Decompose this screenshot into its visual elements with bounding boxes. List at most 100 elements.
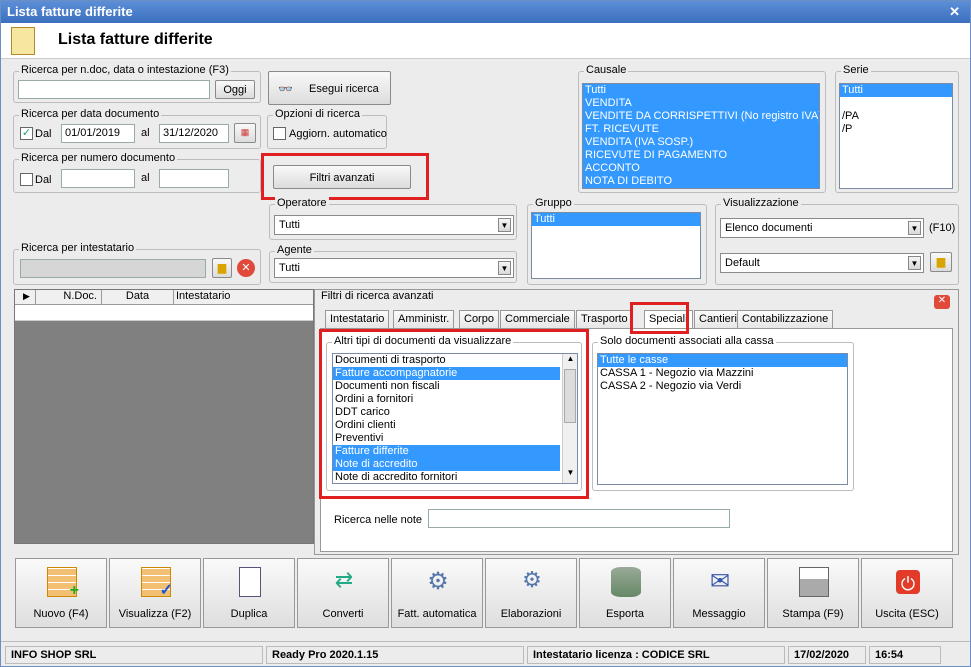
uscita-button[interactable]: ⏻ Uscita (ESC) bbox=[861, 558, 953, 628]
chevron-down-icon[interactable]: ▼ bbox=[498, 218, 511, 232]
col-data[interactable]: Data bbox=[101, 290, 173, 305]
nuovo-label: Nuovo (F4) bbox=[33, 608, 89, 620]
messaggio-label: Messaggio bbox=[692, 608, 746, 620]
execute-search-label: Esegui ricerca bbox=[309, 83, 379, 95]
invoice-list-icon bbox=[11, 27, 35, 55]
visualizza-button[interactable]: ✓ Visualizza (F2) bbox=[109, 558, 201, 628]
note-input[interactable] bbox=[428, 509, 730, 528]
copy-icon bbox=[239, 567, 261, 597]
tab-contabilizzazione[interactable]: Contabilizzazione bbox=[737, 310, 834, 328]
list-item[interactable]: CASSA 1 - Negozio via Mazzini bbox=[598, 367, 847, 380]
power-icon: ⏻ bbox=[896, 570, 920, 594]
row-pointer-icon: ▶ bbox=[23, 291, 30, 301]
list-item[interactable]: VENDITA bbox=[583, 97, 819, 110]
list-item[interactable]: CASSA 2 - Negozio via Verdi bbox=[598, 380, 847, 393]
list-item[interactable]: VENDITE DA CORRISPETTIVI (No registro IV… bbox=[583, 110, 819, 123]
list-item[interactable]: FT. RICEVUTE bbox=[583, 123, 819, 136]
esporta-button[interactable]: Esporta bbox=[579, 558, 671, 628]
layout-value: Default bbox=[725, 257, 760, 269]
duplica-label: Duplica bbox=[230, 608, 268, 620]
messaggio-button[interactable]: ✉ Messaggio bbox=[673, 558, 765, 628]
intestatario-input[interactable] bbox=[20, 259, 206, 278]
main-window: Lista fatture differite ✕ Lista fatture d… bbox=[0, 0, 971, 667]
status-date: 17/02/2020 bbox=[788, 646, 866, 664]
f10-label: (F10) bbox=[929, 222, 956, 234]
list-item[interactable]: /P bbox=[840, 123, 952, 136]
agent-select[interactable]: Tutti ▼ bbox=[274, 258, 514, 278]
layout-select[interactable]: Default ▼ bbox=[720, 253, 924, 273]
close-icon[interactable]: ✕ bbox=[934, 295, 950, 309]
dal-checkbox[interactable]: ✓ bbox=[20, 127, 33, 140]
date-to-input[interactable]: 31/12/2020 bbox=[159, 124, 229, 143]
chevron-down-icon[interactable]: ▼ bbox=[908, 256, 921, 270]
col-intestatario[interactable]: Intestatario bbox=[173, 290, 313, 305]
operator-select[interactable]: Tutti ▼ bbox=[274, 215, 514, 235]
list-item[interactable]: Tutti bbox=[583, 84, 819, 97]
search-ndoc-input[interactable] bbox=[18, 80, 210, 99]
process-icon: ⚙ bbox=[522, 567, 542, 592]
list-item[interactable]: Tutti bbox=[840, 84, 952, 97]
close-icon[interactable]: ✕ bbox=[949, 4, 960, 20]
tab-corpo[interactable]: Corpo bbox=[459, 310, 499, 328]
converti-label: Converti bbox=[322, 608, 364, 620]
documents-grid[interactable]: ▶ N.Doc. Data Intestatario bbox=[14, 289, 314, 544]
page-title: Lista fatture differite bbox=[58, 31, 213, 48]
list-item[interactable]: ACCONTO bbox=[583, 162, 819, 175]
serie-list[interactable]: Tutti /PA /P bbox=[839, 83, 953, 189]
table-row[interactable] bbox=[15, 305, 313, 321]
causale-list[interactable]: Tutti VENDITA VENDITE DA CORRISPETTIVI (… bbox=[582, 83, 820, 189]
tab-commerciale[interactable]: Commerciale bbox=[500, 310, 575, 328]
folder-icon[interactable]: ▆ bbox=[212, 258, 232, 278]
duplica-button[interactable]: Duplica bbox=[203, 558, 295, 628]
col-ndoc[interactable]: N.Doc. bbox=[35, 290, 101, 305]
execute-search-button[interactable]: 👓 Esegui ricerca bbox=[268, 71, 391, 105]
status-time: 16:54 bbox=[869, 646, 941, 664]
view-value: Elenco documenti bbox=[725, 222, 813, 234]
date-from-input[interactable]: 01/01/2019 bbox=[61, 124, 135, 143]
list-item[interactable]: RICEVUTE DI PAGAMENTO bbox=[583, 149, 819, 162]
num-to-input[interactable] bbox=[159, 169, 229, 188]
view-select[interactable]: Elenco documenti ▼ bbox=[720, 218, 924, 238]
num-dal-checkbox[interactable] bbox=[20, 173, 33, 186]
list-item[interactable]: /PA bbox=[840, 110, 952, 123]
tab-trasporto[interactable]: Trasporto bbox=[576, 310, 633, 328]
converti-button[interactable]: ⇄ Converti bbox=[297, 558, 389, 628]
cassa-list[interactable]: Tutte le casse CASSA 1 - Negozio via Maz… bbox=[597, 353, 848, 485]
grid-header: ▶ N.Doc. Data Intestatario bbox=[15, 290, 313, 305]
list-item[interactable]: VENDITA (IVA SOSP.) bbox=[583, 136, 819, 149]
elaborazioni-label: Elaborazioni bbox=[500, 608, 562, 620]
highlight-box-altri bbox=[319, 329, 589, 499]
list-item[interactable]: Tutte le casse bbox=[598, 354, 847, 367]
gear-icon: ⚙ bbox=[427, 568, 449, 595]
uscita-label: Uscita (ESC) bbox=[875, 608, 939, 620]
elaborazioni-button[interactable]: ⚙ Elaborazioni bbox=[485, 558, 577, 628]
tab-amministr[interactable]: Amministr. bbox=[393, 310, 455, 328]
chevron-down-icon[interactable]: ▼ bbox=[908, 221, 921, 235]
serie-legend: Serie bbox=[841, 64, 871, 76]
database-export-icon bbox=[611, 567, 641, 597]
gruppo-list[interactable]: Tutti bbox=[531, 212, 701, 279]
tab-intestatario[interactable]: Intestatario bbox=[325, 310, 390, 328]
chevron-down-icon[interactable]: ▼ bbox=[498, 261, 511, 275]
gruppo-legend: Gruppo bbox=[533, 197, 574, 209]
num-al-label: al bbox=[141, 172, 150, 184]
window-title: Lista fatture differite bbox=[7, 4, 133, 19]
grid-check-icon: ✓ bbox=[141, 567, 173, 599]
fatt-automatica-button[interactable]: ⚙ Fatt. automatica bbox=[391, 558, 483, 628]
stampa-button[interactable]: Stampa (F9) bbox=[767, 558, 859, 628]
tab-cantieri[interactable]: Cantieri bbox=[694, 310, 742, 328]
list-item[interactable] bbox=[840, 97, 952, 110]
agent-legend: Agente bbox=[275, 244, 314, 256]
clear-icon[interactable]: ✕ bbox=[237, 259, 255, 277]
auto-update-checkbox[interactable] bbox=[273, 127, 286, 140]
view-legend: Visualizzazione bbox=[721, 197, 801, 209]
nuovo-button[interactable]: + Nuovo (F4) bbox=[15, 558, 107, 628]
highlight-box-filters bbox=[261, 153, 429, 200]
list-item[interactable]: Tutti bbox=[532, 213, 700, 226]
num-from-input[interactable] bbox=[61, 169, 135, 188]
list-item[interactable]: NOTA DI DEBITO bbox=[583, 175, 819, 188]
oggi-button[interactable]: Oggi bbox=[215, 80, 255, 99]
search-ndoc-legend: Ricerca per n.doc, data o intestazione (… bbox=[19, 64, 231, 76]
calendar-icon[interactable]: ▦ bbox=[234, 123, 256, 143]
folder-icon[interactable]: ▆ bbox=[930, 252, 952, 272]
